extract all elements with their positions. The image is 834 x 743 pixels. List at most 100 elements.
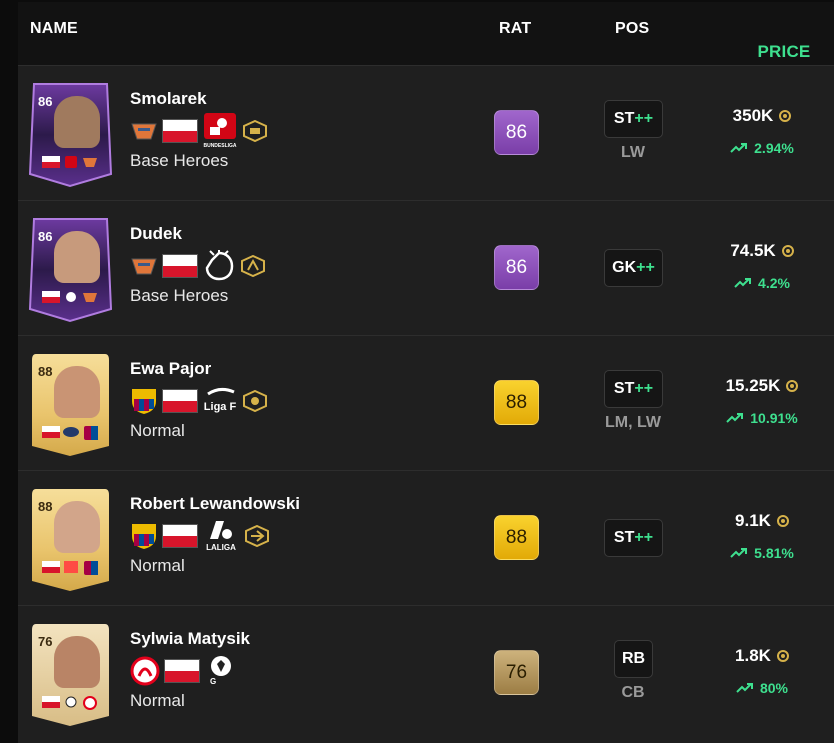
table-row[interactable]: 88 Robert Lewandowski LALIGA Normal 88 S… bbox=[18, 470, 834, 605]
card-version: Normal bbox=[130, 556, 185, 575]
price-value: 9.1K bbox=[698, 511, 826, 531]
bundesliga-icon: BUNDESLIGA bbox=[203, 113, 237, 149]
player-badges: G bbox=[130, 656, 238, 686]
card-version: Base Heroes bbox=[130, 151, 229, 170]
table-row[interactable]: 86 Smolarek BUNDESLIGA Base Heroes 86 ST… bbox=[18, 65, 834, 200]
table-header: NAME RAT POS PRICE bbox=[18, 2, 834, 65]
position-column-header[interactable]: POS bbox=[615, 20, 649, 38]
player-card[interactable]: 88 bbox=[28, 350, 113, 458]
barcelona-crest-icon bbox=[132, 524, 156, 549]
frauen-bundesliga-icon bbox=[65, 696, 77, 708]
price-column-header[interactable]: PRICE bbox=[737, 42, 834, 62]
price-change-value: 5.81% bbox=[754, 545, 794, 561]
coin-icon bbox=[776, 515, 789, 527]
position-label: ST bbox=[613, 110, 635, 127]
heroes-club-icon bbox=[83, 293, 97, 302]
player-name[interactable]: Sylwia Matysik bbox=[130, 629, 250, 649]
price-change: 2.94% bbox=[698, 140, 826, 156]
position-label: ST bbox=[613, 380, 635, 397]
alt-positions: LM, LW bbox=[605, 414, 661, 431]
player-card[interactable]: 86 bbox=[28, 80, 113, 188]
position-badge[interactable]: RB bbox=[614, 640, 653, 678]
price-change-value: 10.91% bbox=[750, 410, 798, 426]
price-value: 15.25K bbox=[698, 376, 826, 396]
playstyle-icon bbox=[241, 255, 265, 277]
barcelona-crest-icon bbox=[84, 426, 98, 440]
rating-badge[interactable]: 88 bbox=[494, 515, 539, 560]
alt-positions: LW bbox=[621, 144, 645, 161]
rating-badge[interactable]: 76 bbox=[494, 650, 539, 695]
trend-up-icon bbox=[734, 278, 752, 288]
poland-flag-icon bbox=[162, 254, 198, 278]
table-row[interactable]: 86 Dudek Base Heroes 86 GK ++ 74.5K 4.2% bbox=[18, 200, 834, 335]
price-change: 5.81% bbox=[698, 545, 826, 561]
players-table: NAME RAT POS PRICE 86 Smolarek BUNDESLIG… bbox=[18, 2, 834, 743]
poland-flag-icon bbox=[42, 156, 60, 168]
position-badge[interactable]: ST ++ bbox=[604, 100, 663, 138]
player-name[interactable]: Smolarek bbox=[130, 89, 207, 109]
position-badge[interactable]: GK ++ bbox=[604, 249, 663, 287]
trend-up-icon bbox=[726, 413, 744, 423]
rating-badge[interactable]: 88 bbox=[494, 380, 539, 425]
card-rating: 86 bbox=[38, 94, 53, 109]
player-portrait bbox=[54, 636, 100, 688]
player-badges: Liga F bbox=[130, 386, 268, 416]
player-name[interactable]: Robert Lewandowski bbox=[130, 494, 300, 514]
playstyle-icon bbox=[243, 120, 267, 142]
price-amount: 15.25K bbox=[725, 376, 781, 395]
heroes-club-icon bbox=[131, 258, 157, 275]
player-portrait bbox=[54, 231, 100, 283]
position-plus: ++ bbox=[636, 259, 655, 276]
player-card[interactable]: 86 bbox=[28, 215, 113, 323]
playstyle-icon bbox=[245, 525, 269, 547]
svg-text:BUNDESLIGA: BUNDESLIGA bbox=[203, 143, 236, 149]
table-row[interactable]: 88 Ewa Pajor Liga F Normal 88 ST ++ LM, L… bbox=[18, 335, 834, 470]
coin-icon bbox=[786, 380, 799, 392]
price-change: 4.2% bbox=[698, 275, 826, 291]
player-name[interactable]: Dudek bbox=[130, 224, 182, 244]
position-plus: ++ bbox=[634, 529, 654, 546]
playstyle-icon bbox=[243, 390, 267, 412]
card-version: Normal bbox=[130, 691, 185, 710]
player-badges bbox=[130, 250, 266, 281]
player-card[interactable]: 76 bbox=[28, 620, 113, 728]
poland-flag-icon bbox=[162, 389, 198, 413]
alt-positions: CB bbox=[621, 684, 645, 701]
player-badges: BUNDESLIGA bbox=[130, 113, 268, 149]
barcelona-crest-icon bbox=[84, 561, 98, 575]
trend-up-icon bbox=[736, 683, 753, 693]
poland-flag-icon bbox=[42, 291, 60, 303]
name-column-header[interactable]: NAME bbox=[30, 20, 78, 38]
player-badges: LALIGA bbox=[130, 521, 270, 552]
price-header-label: PRICE bbox=[757, 42, 811, 61]
card-rating: 76 bbox=[38, 634, 53, 649]
heroes-club-icon bbox=[131, 123, 157, 140]
position-plus: ++ bbox=[634, 110, 654, 127]
svg-text:G: G bbox=[210, 677, 216, 686]
liga-f-icon: Liga F bbox=[204, 387, 236, 413]
rating-column-header[interactable]: RAT bbox=[499, 20, 531, 38]
poland-flag-icon bbox=[42, 426, 60, 438]
premier-league-icon bbox=[66, 292, 76, 302]
price-value: 350K bbox=[698, 106, 826, 126]
koln-crest-icon bbox=[83, 696, 97, 710]
barcelona-crest-icon bbox=[132, 389, 156, 414]
rating-badge[interactable]: 86 bbox=[494, 245, 539, 290]
rating-badge[interactable]: 86 bbox=[494, 110, 539, 155]
player-card[interactable]: 88 bbox=[28, 485, 113, 593]
position-badge[interactable]: ST ++ bbox=[604, 519, 663, 557]
position-badge[interactable]: ST ++ bbox=[604, 370, 663, 408]
price-change: 80% bbox=[698, 680, 826, 696]
koln-crest-icon bbox=[130, 656, 160, 686]
premier-league-icon bbox=[205, 250, 234, 281]
position-label: GK bbox=[612, 259, 637, 276]
position-label: RB bbox=[621, 650, 646, 667]
player-name[interactable]: Ewa Pajor bbox=[130, 359, 211, 379]
table-row[interactable]: 76 Sylwia Matysik G Normal 76 RB CB 1.8K… bbox=[18, 605, 834, 740]
player-portrait bbox=[54, 366, 100, 418]
price-value: 74.5K bbox=[698, 241, 826, 261]
player-portrait bbox=[54, 96, 100, 148]
coin-icon bbox=[781, 245, 794, 257]
laliga-icon bbox=[64, 561, 78, 573]
card-version: Base Heroes bbox=[130, 286, 229, 305]
